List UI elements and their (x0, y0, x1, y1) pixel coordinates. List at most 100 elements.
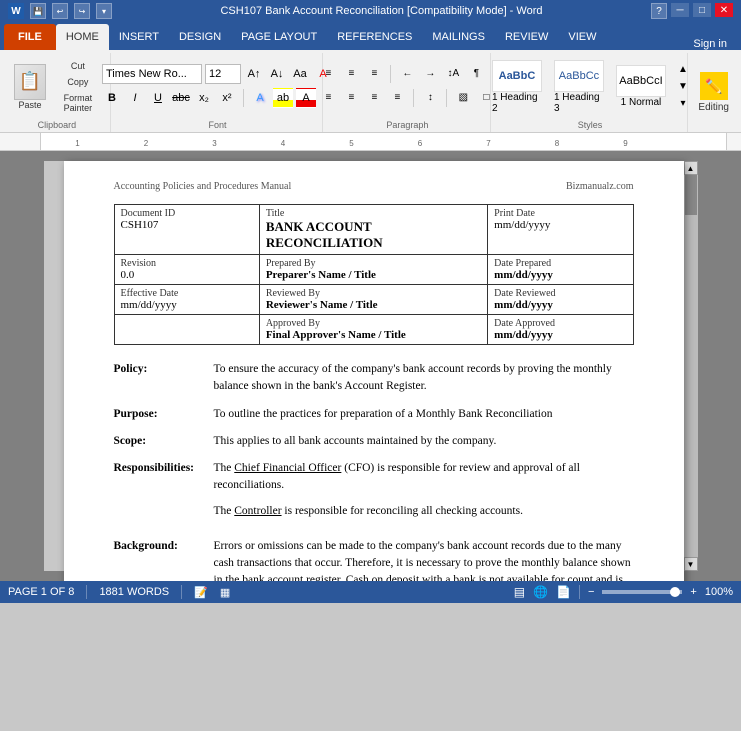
tab-insert[interactable]: INSERT (109, 24, 169, 50)
show-formatting-button[interactable]: ¶ (466, 64, 486, 84)
shading-button[interactable]: ▧ (453, 88, 473, 108)
multilevel-button[interactable]: ≡ (364, 64, 384, 84)
strikethrough-button[interactable]: abc (171, 88, 191, 108)
numbering-button[interactable]: ≡ (341, 64, 361, 84)
ribbon-content: 📋 Paste Cut Copy Format Painter Clipboar… (0, 50, 741, 132)
increase-indent-button[interactable]: → (420, 64, 440, 84)
title-bar-left: W 💾 ↩ ↪ ▾ (8, 3, 112, 19)
scroll-thumb[interactable] (685, 175, 697, 215)
tab-bar: FILE HOME INSERT DESIGN PAGE LAYOUT REFE… (0, 22, 741, 50)
align-right-button[interactable]: ≡ (364, 88, 384, 108)
paste-button[interactable]: 📋 Paste (10, 62, 50, 112)
scroll-track (684, 175, 698, 557)
background-label: Background: (114, 538, 214, 581)
scope-section: Scope: This applies to all bank accounts… (114, 433, 634, 450)
view-web-icon[interactable]: 🌐 (533, 585, 548, 599)
style-normal[interactable]: AaBbCcI 1 Normal (611, 62, 671, 111)
revision-cell: Revision 0.0 (114, 255, 259, 285)
doc-body: Policy: To ensure the accuracy of the co… (114, 361, 634, 581)
maximize-button[interactable]: □ (693, 3, 711, 17)
font-name-input[interactable] (102, 64, 202, 84)
font-row2: B I U abc x₂ x² A ab A (102, 88, 333, 108)
reviewer-value: Reviewer's Name / Title (266, 299, 481, 311)
underline-button[interactable]: U (148, 88, 168, 108)
editing-label: Editing (698, 102, 729, 113)
save-quick-icon[interactable]: 💾 (30, 3, 46, 19)
zoom-out-button[interactable]: − (588, 586, 594, 598)
heading2-label: 1 Heading 2 (492, 92, 542, 114)
proofing-icon[interactable]: 📝 (194, 586, 208, 599)
sort-button[interactable]: ↕A (443, 64, 463, 84)
bullets-button[interactable]: ≡ (318, 64, 338, 84)
italic-button[interactable]: I (125, 88, 145, 108)
align-left-button[interactable]: ≡ (318, 88, 338, 108)
word-count: 1881 WORDS (99, 586, 169, 598)
format-painter-button[interactable]: Format Painter (52, 91, 104, 115)
paragraph-label: Paragraph (386, 118, 428, 130)
responsibilities-content: The Chief Financial Officer (CFO) is res… (214, 460, 634, 528)
document-table: Document ID CSH107 Title BANK ACCOUNT RE… (114, 204, 634, 345)
zoom-in-button[interactable]: + (690, 586, 696, 598)
change-case-button[interactable]: Aa (290, 64, 310, 84)
text-effects-button[interactable]: A (250, 88, 270, 108)
dropdown-quick-icon[interactable]: ▾ (96, 3, 112, 19)
font-color-button[interactable]: A (296, 88, 316, 108)
para-row1: ≡ ≡ ≡ ← → ↕A ¶ (318, 64, 496, 84)
tab-design[interactable]: DESIGN (169, 24, 231, 50)
line-spacing-button[interactable]: ↕ (420, 88, 440, 108)
view-read-icon[interactable]: 📄 (556, 585, 571, 599)
paste-label: Paste (18, 100, 41, 110)
highlight-button[interactable]: ab (273, 88, 293, 108)
decrease-indent-button[interactable]: ← (397, 64, 417, 84)
cut-button[interactable]: Cut (52, 59, 104, 73)
scroll-up-button[interactable]: ▲ (684, 161, 698, 175)
document-page[interactable]: Accounting Policies and Procedures Manua… (64, 161, 684, 581)
redo-quick-icon[interactable]: ↪ (74, 3, 90, 19)
help-icon[interactable]: ? (651, 3, 667, 19)
cfo-paragraph: The Chief Financial Officer (CFO) is res… (214, 460, 634, 495)
layout-icon[interactable]: ▦ (220, 586, 230, 599)
copy-button[interactable]: Copy (52, 75, 104, 89)
header-left: Accounting Policies and Procedures Manua… (114, 181, 292, 192)
policy-section: Policy: To ensure the accuracy of the co… (114, 361, 634, 396)
tab-page-layout[interactable]: PAGE LAYOUT (231, 24, 327, 50)
clipboard-content: 📋 Paste Cut Copy Format Painter (10, 55, 104, 118)
policy-content: To ensure the accuracy of the company's … (214, 361, 634, 396)
styles-group: AaBbC 1 Heading 2 AaBbCc 1 Heading 3 AaB… (493, 53, 689, 132)
tab-view[interactable]: VIEW (558, 24, 606, 50)
zoom-slider[interactable] (602, 590, 682, 594)
style-heading3[interactable]: AaBbCc 1 Heading 3 (549, 57, 609, 117)
undo-quick-icon[interactable]: ↩ (52, 3, 68, 19)
shrink-font-button[interactable]: A↓ (267, 64, 287, 84)
scroll-down-button[interactable]: ▼ (684, 557, 698, 571)
zoom-level[interactable]: 100% (705, 586, 733, 598)
sign-in-button[interactable]: Sign in (683, 38, 737, 50)
superscript-button[interactable]: x² (217, 88, 237, 108)
align-center-button[interactable]: ≡ (341, 88, 361, 108)
bold-button[interactable]: B (102, 88, 122, 108)
minimize-button[interactable]: ─ (671, 3, 689, 17)
normal-label: 1 Normal (621, 97, 662, 108)
view-normal-icon[interactable]: ▤ (514, 585, 525, 599)
ruler-mark-2: 2 (144, 139, 148, 148)
tab-mailings[interactable]: MAILINGS (422, 24, 495, 50)
subscript-button[interactable]: x₂ (194, 88, 214, 108)
document-area[interactable]: Accounting Policies and Procedures Manua… (0, 151, 741, 581)
clipboard-sub: Cut Copy Format Painter (52, 59, 104, 115)
tab-file[interactable]: FILE (4, 24, 56, 50)
date-prepared-cell: Date Prepared mm/dd/yyyy (488, 255, 633, 285)
revision-label: Revision (121, 258, 253, 269)
justify-button[interactable]: ≡ (387, 88, 407, 108)
tab-references[interactable]: REFERENCES (327, 24, 422, 50)
font-label: Font (208, 118, 226, 130)
style-heading2[interactable]: AaBbC 1 Heading 2 (487, 57, 547, 117)
tab-review[interactable]: REVIEW (495, 24, 558, 50)
font-size-input[interactable] (205, 64, 241, 84)
word-icon: W (8, 3, 24, 19)
responsibilities-label: Responsibilities: (114, 460, 214, 528)
tab-home[interactable]: HOME (56, 24, 109, 50)
close-button[interactable]: ✕ (715, 3, 733, 17)
grow-font-button[interactable]: A↑ (244, 64, 264, 84)
print-date-label: Print Date (494, 208, 626, 219)
ruler-mark-4: 4 (281, 139, 285, 148)
